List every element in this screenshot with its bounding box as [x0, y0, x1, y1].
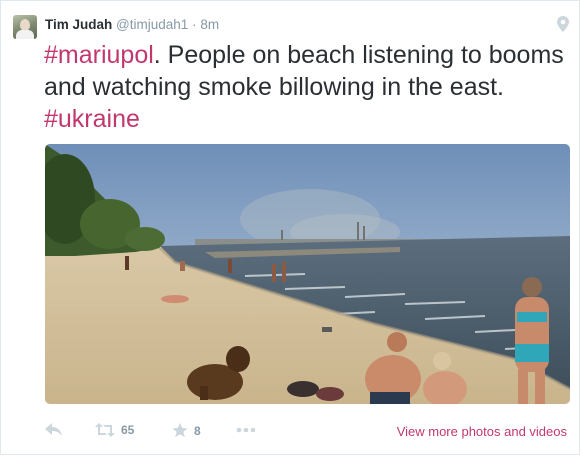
- view-more-photos-link[interactable]: View more photos and videos: [397, 424, 567, 439]
- author-handle[interactable]: @timjudah1: [116, 17, 188, 32]
- author-name[interactable]: Tim Judah: [45, 17, 112, 32]
- tweet-card: Tim Judah @timjudah1 · 8m #mariupol. Peo…: [0, 0, 580, 455]
- header-separator: ·: [192, 17, 197, 32]
- tweet-text: #mariupol. People on beach listening to …: [44, 39, 564, 135]
- favorite-button[interactable]: 8: [172, 423, 201, 438]
- tweet-header: Tim Judah @timjudah1 · 8m: [45, 17, 219, 33]
- more-dots-icon: [236, 427, 256, 433]
- favorite-count: 8: [194, 423, 201, 438]
- reply-button[interactable]: [45, 423, 63, 437]
- more-button[interactable]: [236, 427, 256, 433]
- hashtag-ukraine[interactable]: #ukraine: [44, 105, 140, 133]
- retweet-count: 65: [121, 423, 135, 437]
- avatar[interactable]: [13, 15, 37, 39]
- retweet-button[interactable]: 65: [95, 423, 134, 437]
- retweet-icon: [95, 423, 115, 437]
- reply-icon: [45, 423, 63, 437]
- location-pin-icon[interactable]: [557, 16, 569, 32]
- star-icon: [172, 423, 188, 438]
- timestamp[interactable]: 8m: [200, 17, 219, 32]
- tweet-photo[interactable]: [45, 144, 570, 404]
- hashtag-mariupol[interactable]: #mariupol: [44, 41, 154, 69]
